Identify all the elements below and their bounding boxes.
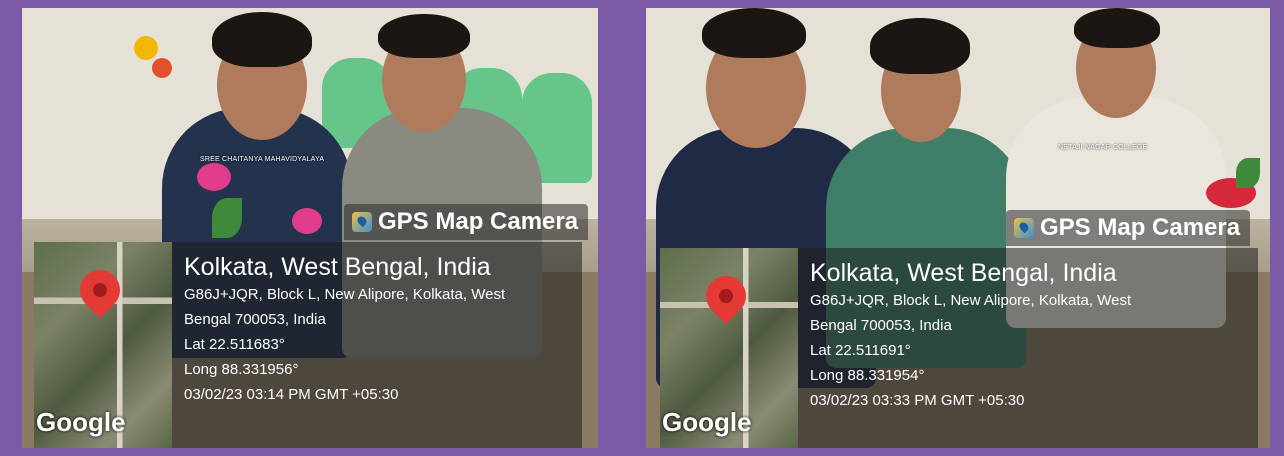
college-label: NETAJI NAGAR COLLEGE: [1058, 144, 1148, 151]
map-thumbnail: Google: [34, 242, 172, 448]
location-title: Kolkata, West Bengal, India: [810, 259, 1117, 287]
leaf: [212, 198, 242, 238]
google-watermark: Google: [36, 407, 126, 437]
gps-app-badge: GPS Map Camera: [1006, 210, 1251, 246]
address-line: G86J+JQR, Block L, New Alipore, Kolkata,…: [810, 292, 1132, 309]
gps-map-camera-icon: [352, 212, 372, 232]
map-pin-icon: [697, 267, 755, 325]
leaf: [1236, 158, 1260, 188]
college-label: SREE CHAITANYA MAHAVIDYALAYA: [200, 156, 325, 163]
address-line: Bengal 700053, India: [810, 317, 952, 334]
google-watermark: Google: [662, 407, 752, 437]
gps-app-name: GPS Map Camera: [1040, 214, 1241, 241]
flower: [292, 208, 322, 234]
hair: [870, 18, 970, 74]
datetime: 03/02/23 03:14 PM GMT +05:30: [184, 386, 399, 403]
flower: [134, 36, 158, 60]
gps-map-camera-icon: [1014, 218, 1034, 238]
hair: [1074, 8, 1160, 48]
hair: [378, 14, 470, 58]
address-line: G86J+JQR, Block L, New Alipore, Kolkata,…: [184, 286, 506, 303]
longitude: Long 88.331954°: [810, 367, 925, 384]
gps-text: Kolkata, West Bengal, India G86J+JQR, Bl…: [798, 248, 1141, 448]
gps-app-name: GPS Map Camera: [378, 208, 579, 235]
gps-app-badge: GPS Map Camera: [344, 204, 589, 240]
location-title: Kolkata, West Bengal, India: [184, 253, 491, 281]
gps-info-panel: Google Kolkata, West Bengal, India G86J+…: [34, 242, 582, 448]
hair: [212, 12, 312, 67]
longitude: Long 88.331956°: [184, 361, 299, 378]
latitude: Lat 22.511691°: [810, 342, 911, 359]
meeting-photo-left: SREE CHAITANYA MAHAVIDYALAYA GPS Map Cam…: [22, 8, 598, 448]
hair: [702, 8, 806, 58]
meeting-photo-right: NETAJI NAGAR COLLEGE GPS Map Camera Goog…: [646, 8, 1270, 448]
gps-text: Kolkata, West Bengal, India G86J+JQR, Bl…: [172, 242, 515, 448]
latitude: Lat 22.511683°: [184, 336, 285, 353]
gps-info-panel: Google Kolkata, West Bengal, India G86J+…: [660, 248, 1258, 448]
flower: [152, 58, 172, 78]
map-pin-icon: [71, 261, 129, 319]
address-line: Bengal 700053, India: [184, 311, 326, 328]
datetime: 03/02/23 03:33 PM GMT +05:30: [810, 392, 1025, 409]
map-thumbnail: Google: [660, 248, 798, 448]
flower: [197, 163, 231, 191]
